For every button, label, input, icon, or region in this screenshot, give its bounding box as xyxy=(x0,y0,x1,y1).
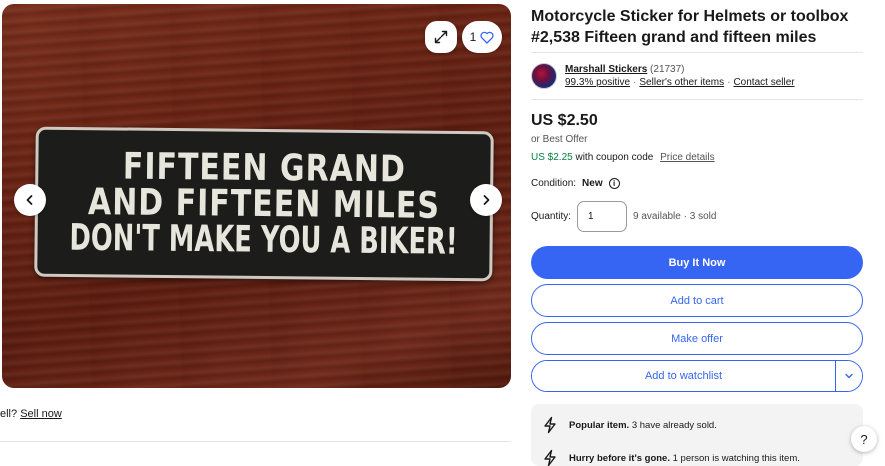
best-offer-text: or Best Offer xyxy=(531,134,588,145)
seller-name-link[interactable]: Marshall Stickers xyxy=(565,64,647,75)
product-image[interactable]: FIFTEEN GRAND AND FIFTEEN MILES DON'T MA… xyxy=(2,4,511,388)
expand-image-button[interactable] xyxy=(425,21,457,53)
condition-value: New xyxy=(582,178,603,189)
quantity-label: Quantity: xyxy=(531,211,572,222)
seller-feedback-count[interactable]: (21737) xyxy=(650,64,684,75)
add-to-cart-button[interactable]: Add to cart xyxy=(531,284,863,317)
help-button[interactable]: ? xyxy=(851,426,877,452)
signal-item: Popular item. 3 have already sold. xyxy=(541,414,853,436)
image-watch-button[interactable]: 1 xyxy=(462,21,502,53)
signal-title: Popular item. xyxy=(569,419,630,431)
contact-seller-link[interactable]: Contact seller xyxy=(733,77,794,88)
add-to-watchlist-button[interactable]: Add to watchlist xyxy=(532,361,835,391)
price: US $2.50 xyxy=(531,112,598,129)
make-offer-button[interactable]: Make offer xyxy=(531,322,863,355)
signal-item: Hurry before it's gone. 1 person is watc… xyxy=(541,447,853,466)
quantity-input[interactable] xyxy=(577,201,628,232)
chevron-left-icon xyxy=(26,195,33,205)
previous-image-button[interactable] xyxy=(14,184,46,216)
watch-count: 1 xyxy=(469,30,477,44)
expand-icon xyxy=(434,30,448,44)
seller-positive-link[interactable]: 99.3% positive xyxy=(565,77,630,88)
coupon-line: US $2.25 with coupon code Price details xyxy=(531,152,715,163)
condition-row: Condition: New i xyxy=(531,178,620,189)
next-image-button[interactable] xyxy=(470,184,502,216)
sticker-photo: FIFTEEN GRAND AND FIFTEEN MILES DON'T MA… xyxy=(34,126,494,282)
listing-page: FIFTEEN GRAND AND FIFTEEN MILES DON'T MA… xyxy=(0,0,885,466)
lightning-icon xyxy=(544,449,556,466)
coupon-price: US $2.25 xyxy=(531,152,573,163)
coupon-text: with coupon code xyxy=(575,152,654,163)
lightning-icon xyxy=(544,416,556,434)
signal-title: Hurry before it's gone. xyxy=(569,452,670,464)
listing-title: Motorcycle Sticker for Helmets or toolbo… xyxy=(531,8,849,46)
price-details-link[interactable]: Price details xyxy=(660,152,714,163)
sell-prompt-text: ell? xyxy=(0,408,18,420)
watchlist-dropdown-button[interactable] xyxy=(835,361,862,391)
divider xyxy=(531,52,863,53)
heart-icon xyxy=(480,31,494,44)
signal-text: 1 person is watching this item. xyxy=(672,452,800,464)
divider xyxy=(0,441,511,442)
chevron-down-icon xyxy=(845,373,853,379)
sell-prompt: ell? Sell now xyxy=(0,408,62,420)
condition-label: Condition: xyxy=(531,178,577,189)
separator: · xyxy=(633,77,637,88)
urgency-signals: Popular item. 3 have already sold. Hurry… xyxy=(531,404,863,466)
quantity-row: Quantity: 9 available · 3 sold xyxy=(531,201,716,232)
availability-text: 9 available · 3 sold xyxy=(633,211,717,222)
buy-it-now-button[interactable]: Buy It Now xyxy=(531,246,863,279)
watchlist-control: Add to watchlist xyxy=(531,360,863,392)
separator: · xyxy=(727,77,731,88)
seller-other-items-link[interactable]: Seller's other items xyxy=(639,77,724,88)
seller-avatar[interactable] xyxy=(531,63,557,89)
info-icon[interactable]: i xyxy=(608,178,620,189)
seller-card: Marshall Stickers (21737) 99.3% positive… xyxy=(531,63,795,89)
divider xyxy=(531,99,863,100)
chevron-right-icon xyxy=(483,195,490,205)
sell-now-link[interactable]: Sell now xyxy=(20,408,62,420)
signal-text: 3 have already sold. xyxy=(631,419,717,431)
sticker-text-line-3: DON'T MAKE YOU A BIKER! xyxy=(69,215,458,263)
